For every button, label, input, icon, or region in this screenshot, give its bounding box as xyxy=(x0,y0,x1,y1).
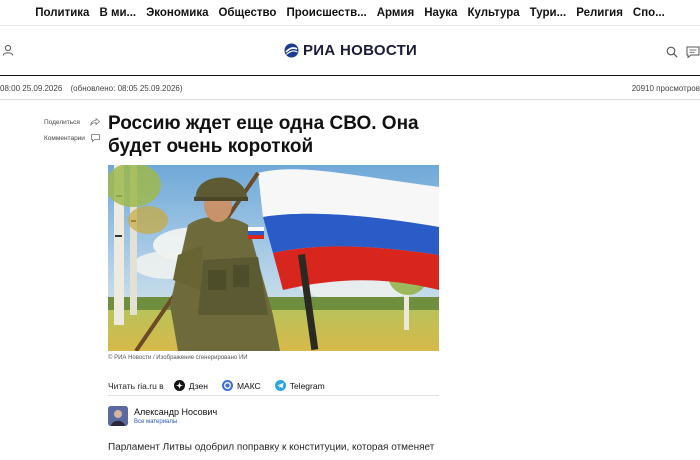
nav-army[interactable]: Армия xyxy=(372,7,419,19)
views-count: 20910 просмотров xyxy=(631,84,700,93)
channel-dzen-label: Дзен xyxy=(188,380,208,391)
nav-politics[interactable]: Политика xyxy=(30,7,94,19)
photo-caption: © РИА Новости / Изображение сгенерирован… xyxy=(108,355,248,361)
max-icon xyxy=(221,380,233,391)
share-panel: Поделиться Комментарии xyxy=(44,114,100,146)
article-photo[interactable] xyxy=(108,165,439,351)
nav-religion[interactable]: Религия xyxy=(571,7,628,19)
channel-max[interactable]: МАКС xyxy=(221,380,261,391)
bottom-fade xyxy=(0,448,700,460)
ria-logo[interactable]: РИА НОВОСТИ xyxy=(284,42,417,59)
author-name[interactable]: Александр Носович xyxy=(134,407,217,417)
publish-date: 08:00 25.09.2026 xyxy=(0,84,63,93)
nav-incidents[interactable]: Происшеств... xyxy=(281,7,371,19)
comment-bubble-icon xyxy=(91,134,100,142)
author-avatar[interactable] xyxy=(108,406,128,426)
comments-label: Комментарии xyxy=(44,134,85,142)
channel-telegram[interactable]: Telegram xyxy=(274,380,325,391)
read-in-bar: Читать ria.ru в Дзен МАКС Telegram xyxy=(108,376,439,396)
nav-science[interactable]: Наука xyxy=(419,7,462,19)
share-icon xyxy=(90,118,100,126)
dzen-icon xyxy=(173,380,185,391)
site-header: РИА НОВОСТИ xyxy=(0,26,700,76)
user-icon[interactable] xyxy=(2,44,14,56)
channel-dzen[interactable]: Дзен xyxy=(173,380,208,391)
share-label: Поделиться xyxy=(44,118,80,126)
comments-icon[interactable] xyxy=(686,46,700,58)
nav-society[interactable]: Общество xyxy=(213,7,281,19)
nav-tourism[interactable]: Тури... xyxy=(525,7,572,19)
nav-economy[interactable]: Экономика xyxy=(141,7,213,19)
telegram-icon xyxy=(274,380,286,391)
nav-sport[interactable]: Спо... xyxy=(628,7,670,19)
article-title: Россию ждет еще одна СВО. Она будет очен… xyxy=(108,113,419,157)
rubric-nav: Политика В ми... Экономика Общество Прои… xyxy=(0,0,700,26)
nav-world[interactable]: В ми... xyxy=(94,7,141,19)
soldier-flag-illustration xyxy=(108,165,439,351)
all-materials-link[interactable]: Все материалы xyxy=(134,419,217,425)
ria-logo-icon xyxy=(284,43,299,58)
read-label: Читать ria.ru в xyxy=(108,380,164,391)
updated-date: (обновлено: 08:05 25.09.2026) xyxy=(70,84,183,93)
article-meta: 08:00 25.09.2026 (обновлено: 08:05 25.09… xyxy=(0,76,700,100)
author-block: Александр Носович Все материалы xyxy=(108,406,217,426)
comments-button[interactable]: Комментарии xyxy=(44,130,100,146)
nav-culture[interactable]: Культура xyxy=(462,7,524,19)
channel-telegram-label: Telegram xyxy=(289,380,325,391)
author-avatar-image xyxy=(108,406,128,426)
share-button[interactable]: Поделиться xyxy=(44,114,100,130)
logo-text: РИА НОВОСТИ xyxy=(303,42,418,59)
search-icon[interactable] xyxy=(666,46,678,58)
channel-max-label: МАКС xyxy=(236,380,261,391)
